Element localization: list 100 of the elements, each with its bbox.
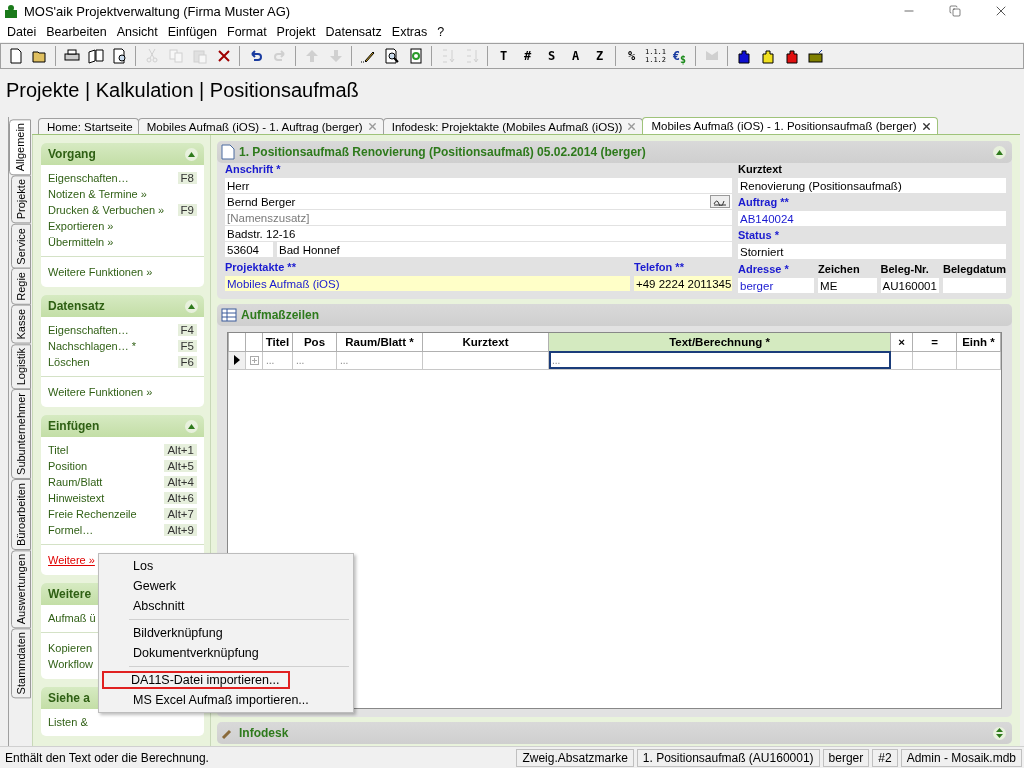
text-field[interactable]: Mobiles Aufmaß (iOS) — [225, 276, 630, 291]
toolbar-button[interactable]: A — [564, 45, 587, 67]
currency-button[interactable]: €$ — [668, 45, 691, 67]
sidebar-link[interactable]: Aufmaß ü — [48, 612, 96, 624]
sidebar-link[interactable]: Löschen — [48, 356, 90, 368]
sidebar-link[interactable]: Übermitteln » — [48, 236, 114, 248]
sidebar-link[interactable]: Raum/Blatt — [48, 476, 103, 488]
sidebar-link[interactable]: Weitere Funktionen » — [48, 386, 153, 398]
menu-item[interactable]: Dokumentverknüpfung — [101, 643, 351, 663]
menu-item[interactable]: Format — [222, 22, 272, 42]
side-tab[interactable]: Logistik — [11, 343, 31, 389]
toolbar-button[interactable]: T — [492, 45, 515, 67]
shortcut-label: F6 — [177, 356, 197, 368]
sidebar-link[interactable]: Listen & — [48, 716, 88, 728]
collapse-button[interactable] — [185, 147, 198, 161]
text-field[interactable]: Storniert — [738, 244, 1006, 259]
toolbar-button[interactable]: S — [540, 45, 563, 67]
expand-button[interactable] — [993, 726, 1006, 740]
side-tab[interactable]: Kasse — [11, 305, 31, 344]
sidebar-link[interactable]: Weitere Funktionen » — [48, 266, 153, 278]
text-field[interactable]: Herr — [225, 178, 732, 193]
close-icon[interactable] — [920, 120, 932, 132]
side-tab[interactable]: Service — [11, 223, 31, 269]
column-header[interactable]: Titel — [262, 333, 293, 351]
side-tab[interactable]: Allgemein — [9, 119, 31, 176]
column-header[interactable]: × — [890, 333, 913, 351]
side-tab[interactable]: Subunternehmer — [11, 389, 31, 479]
toolbar-button[interactable]: # — [516, 45, 539, 67]
menu-item[interactable]: Bildverknüpfung — [101, 623, 351, 643]
menu-item[interactable]: Datei — [2, 22, 42, 42]
sidebar-link[interactable]: Formel… — [48, 524, 94, 536]
collapse-icon — [188, 303, 195, 309]
sidebar-link[interactable]: Workflow — [48, 658, 94, 670]
text-field[interactable]: AB140024 — [738, 211, 1006, 226]
puzzle-icon[interactable] — [783, 48, 800, 64]
sidebar-link[interactable]: Eigenschaften… — [48, 172, 129, 184]
menu-item[interactable]: Los — [101, 556, 351, 576]
status-text: 1. Positionsaufmaß (AU160001) — [636, 748, 820, 767]
collapse-button[interactable] — [185, 419, 198, 433]
search-document-icon[interactable] — [383, 48, 400, 64]
menu-item[interactable]: DA11S-Datei importieren... — [101, 670, 291, 690]
menu-item[interactable]: Ansicht — [111, 22, 163, 42]
side-tab[interactable]: Projekte — [11, 175, 31, 224]
city-field[interactable]: Bad Honnef — [277, 242, 732, 257]
side-tab[interactable]: Büroarbeiten — [11, 478, 31, 550]
text-field[interactable]: berger — [738, 278, 815, 293]
printer-icon[interactable] — [63, 48, 80, 64]
column-header[interactable]: Pos — [292, 333, 337, 351]
text-field[interactable]: Bernd Berger — [225, 194, 732, 209]
sidebar-link[interactable]: Eigenschaften… — [48, 324, 129, 336]
text-field[interactable]: ME — [818, 278, 877, 293]
menu-item[interactable]: Projekt — [271, 22, 321, 42]
sidebar-link[interactable]: Exportieren » — [48, 220, 114, 232]
column-header[interactable]: Raum/Blatt * — [336, 333, 423, 351]
new-document-icon[interactable] — [7, 48, 24, 64]
book-icon[interactable] — [87, 48, 104, 64]
text-field[interactable]: +49 2224 2011345 — [634, 276, 732, 291]
sidebar-link[interactable]: Nachschlagen… * — [48, 340, 137, 352]
sidebar-link[interactable]: Kopieren — [48, 642, 93, 654]
sidebar-link[interactable]: Notizen & Termine » — [48, 188, 147, 200]
print-preview-icon[interactable] — [111, 48, 128, 64]
document-tab[interactable]: Mobiles Aufmaß (iOS) - 1. Positionsaufmaß (berger) — [642, 117, 938, 134]
sidebar-link[interactable]: Drucken & Verbuchen » — [48, 204, 165, 216]
side-tab[interactable]: Auswertungen — [11, 549, 31, 629]
delete-icon[interactable] — [215, 48, 232, 64]
menu-item[interactable]: Extras — [386, 22, 433, 42]
text-field[interactable]: Badstr. 12-16 — [225, 226, 732, 241]
menu-item[interactable]: ? — [432, 22, 450, 42]
text-field[interactable]: Renovierung (Positionsaufmaß) — [738, 178, 1006, 193]
column-header[interactable]: Kurztext — [422, 333, 549, 351]
menu-item[interactable]: Datensatz — [320, 22, 387, 42]
document-tab[interactable]: Mobiles Aufmaß (iOS) - 1. Auftrag (berger) — [137, 118, 384, 134]
puzzle-icon[interactable] — [759, 48, 776, 64]
toolbar-button[interactable]: % — [620, 45, 643, 67]
sidebar-link[interactable]: Hinweistext — [48, 492, 105, 504]
column-header[interactable]: = — [912, 333, 957, 351]
column-header[interactable]: Text/Berechnung * — [548, 333, 891, 351]
puzzle-icon[interactable] — [735, 48, 752, 64]
menu-item[interactable]: Abschnitt — [101, 596, 351, 616]
sidebar-link[interactable]: Freie Rechenzeile — [48, 508, 137, 520]
text-field[interactable]: [Namenszusatz] — [225, 210, 732, 225]
sidebar-link[interactable]: Weitere » — [48, 554, 95, 566]
menu-item[interactable]: MS Excel Aufmaß importieren... — [101, 690, 351, 710]
column-header[interactable]: Einh * — [956, 333, 1001, 351]
text-field[interactable]: AU160001 — [880, 278, 940, 293]
collapse-button[interactable] — [993, 145, 1006, 159]
sidebar-link[interactable]: Position — [48, 460, 88, 472]
menu-item[interactable]: Bearbeiten — [41, 22, 112, 42]
signature-button[interactable] — [710, 195, 730, 208]
side-tab[interactable]: Regie — [11, 268, 31, 306]
collapse-button[interactable] — [185, 299, 198, 313]
side-tab[interactable]: Stammdaten — [11, 628, 31, 699]
menu-item[interactable]: Gewerk — [101, 576, 351, 596]
zip-field[interactable]: 53604 — [225, 242, 273, 257]
menu-item[interactable]: Einfügen — [162, 22, 222, 42]
document-tab[interactable]: Infodesk: Projektakte (Mobiles Aufmaß (iOS)) — [382, 118, 644, 134]
toolbar-button[interactable]: Z — [588, 45, 611, 67]
sidebar-link[interactable]: Titel — [48, 444, 69, 456]
text-field[interactable] — [943, 278, 1006, 293]
document-tab[interactable]: Home: Startseite — [38, 118, 139, 134]
